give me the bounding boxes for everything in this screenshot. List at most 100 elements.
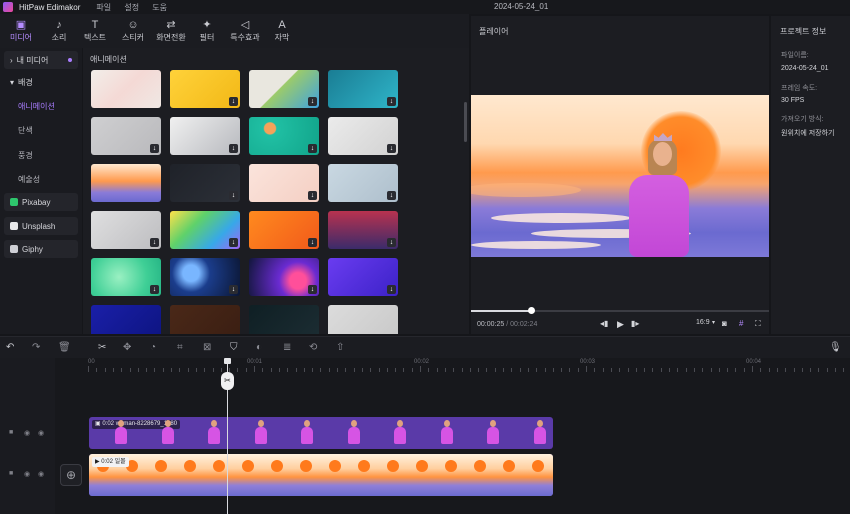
- audio-wave-icon[interactable]: ≣: [283, 342, 291, 353]
- video-clip-woman[interactable]: ▣ 0:02 woman-8228679_1280: [89, 417, 553, 449]
- play-icon[interactable]: ▶: [617, 319, 624, 330]
- download-icon[interactable]: ↓: [387, 285, 396, 294]
- microphone-icon[interactable]: 🎙: [829, 342, 842, 353]
- media-thumbnail[interactable]: [170, 305, 240, 334]
- sidebar-item-unsplash[interactable]: Unsplash: [4, 217, 78, 235]
- media-thumbnail[interactable]: [91, 164, 161, 202]
- undo-icon[interactable]: ↶: [6, 342, 14, 353]
- media-thumbnail[interactable]: ↓: [91, 211, 161, 249]
- download-icon[interactable]: ↓: [150, 144, 159, 153]
- download-icon[interactable]: ↓: [150, 285, 159, 294]
- split-at-playhead-icon[interactable]: ✂: [221, 372, 234, 390]
- sidebar-item-solid[interactable]: 단색: [18, 125, 33, 136]
- media-thumbnail[interactable]: ↓: [328, 164, 398, 202]
- sidebar-item-my-media[interactable]: › 내 미디어: [4, 51, 78, 69]
- media-thumbnail[interactable]: ↓: [91, 117, 161, 155]
- download-icon[interactable]: ↓: [229, 191, 238, 200]
- progress-handle[interactable]: [527, 307, 535, 314]
- media-thumbnail[interactable]: ↓: [170, 70, 240, 108]
- media-thumbnail[interactable]: ↓: [249, 211, 319, 249]
- playhead-handle[interactable]: [224, 358, 231, 364]
- download-icon[interactable]: ↓: [229, 144, 238, 153]
- download-icon[interactable]: ↓: [229, 238, 238, 247]
- media-thumbnail[interactable]: ↓: [249, 117, 319, 155]
- media-thumbnail[interactable]: ↓: [249, 70, 319, 108]
- grid-icon[interactable]: #: [739, 319, 743, 328]
- tab-transition[interactable]: ⇄ 화면전환: [154, 18, 188, 43]
- visibility-icon[interactable]: ◉: [24, 429, 30, 437]
- media-thumbnail[interactable]: ↓: [328, 70, 398, 108]
- sidebar-item-landscape[interactable]: 풍경: [18, 150, 33, 161]
- download-icon[interactable]: ↓: [308, 285, 317, 294]
- delete-icon[interactable]: 🗑: [58, 342, 71, 353]
- fullscreen-icon[interactable]: ⛶: [755, 319, 761, 329]
- lock-icon[interactable]: ■: [9, 429, 13, 436]
- media-thumbnail[interactable]: ↓: [249, 164, 319, 202]
- video-clip-sunset[interactable]: ▶ 0:02 일몰: [89, 454, 553, 496]
- download-icon[interactable]: ↓: [229, 97, 238, 106]
- tab-filter[interactable]: ✦ 필터: [190, 18, 224, 43]
- tab-effects[interactable]: ◁ 특수효과: [228, 18, 262, 43]
- download-icon[interactable]: ↓: [387, 238, 396, 247]
- mute-icon[interactable]: ◉: [38, 429, 44, 437]
- tab-text[interactable]: T 텍스트: [78, 18, 112, 43]
- sidebar-item-artistic[interactable]: 예술성: [18, 174, 40, 185]
- add-media-button[interactable]: ⊕: [60, 464, 82, 486]
- sidebar-item-pixabay[interactable]: Pixabay: [4, 193, 78, 211]
- crop-icon[interactable]: ⌗: [177, 342, 183, 353]
- media-thumbnail[interactable]: ↓: [170, 164, 240, 202]
- media-thumbnail[interactable]: ↓: [170, 211, 240, 249]
- sidebar-item-background[interactable]: ▾ 배경: [4, 73, 78, 91]
- download-icon[interactable]: ↓: [308, 238, 317, 247]
- media-thumbnail[interactable]: [249, 305, 319, 334]
- download-icon[interactable]: ↓: [308, 191, 317, 200]
- media-scrollbar[interactable]: [464, 102, 467, 142]
- prev-frame-icon[interactable]: ◂▮: [600, 319, 608, 328]
- tab-subtitle[interactable]: A 자막: [265, 18, 299, 43]
- playback-progress-bar[interactable]: [471, 307, 769, 314]
- move-icon[interactable]: ✥: [123, 342, 131, 353]
- visibility-icon[interactable]: ◉: [24, 470, 30, 478]
- export-clip-icon[interactable]: ⇧: [336, 342, 344, 353]
- download-icon[interactable]: ↓: [387, 144, 396, 153]
- media-thumbnail[interactable]: ↓: [170, 258, 240, 296]
- lock-icon[interactable]: ■: [9, 470, 13, 477]
- media-thumbnail[interactable]: [91, 305, 161, 334]
- download-icon[interactable]: ↓: [229, 285, 238, 294]
- mask-icon[interactable]: ◐: [256, 342, 262, 353]
- media-thumbnail[interactable]: ↓: [91, 258, 161, 296]
- download-icon[interactable]: ↓: [387, 97, 396, 106]
- download-icon[interactable]: ↓: [387, 191, 396, 200]
- media-thumbnail[interactable]: ↓: [328, 117, 398, 155]
- redo-icon[interactable]: ↷: [32, 342, 40, 353]
- split-icon[interactable]: ✂: [98, 342, 106, 353]
- freeze-icon[interactable]: ⊠: [203, 342, 211, 353]
- menu-settings[interactable]: 설정: [124, 3, 139, 12]
- menu-help[interactable]: 도움: [152, 3, 167, 12]
- media-thumbnail[interactable]: ↓: [328, 211, 398, 249]
- tab-audio[interactable]: ♪ 소리: [42, 18, 76, 43]
- download-icon[interactable]: ↓: [308, 144, 317, 153]
- menu-file[interactable]: 파일: [96, 3, 111, 12]
- media-thumbnail[interactable]: ↓: [170, 117, 240, 155]
- playhead[interactable]: ✂: [221, 358, 234, 514]
- download-icon[interactable]: ↓: [308, 97, 317, 106]
- download-icon[interactable]: ↓: [150, 238, 159, 247]
- tab-media[interactable]: ▣ 미디어: [4, 18, 38, 43]
- tab-sticker[interactable]: ☺ 스티커: [116, 18, 150, 43]
- chevron-down-icon[interactable]: ▾: [712, 319, 715, 326]
- video-preview[interactable]: [471, 95, 769, 257]
- next-frame-icon[interactable]: ▮▸: [631, 319, 639, 328]
- snapshot-icon[interactable]: ◙: [722, 319, 727, 328]
- aspect-ratio-select[interactable]: 16:9: [696, 319, 710, 326]
- speed-icon[interactable]: ◔: [150, 342, 156, 353]
- sidebar-item-animation[interactable]: 애니메이션: [18, 101, 55, 112]
- reverse-icon[interactable]: ⟲: [309, 342, 317, 353]
- marker-icon[interactable]: ⛉: [230, 342, 238, 353]
- media-thumbnail[interactable]: [91, 70, 161, 108]
- media-thumbnail[interactable]: [328, 305, 398, 334]
- timeline-ruler[interactable]: 00 00:01 00:02 00:03 00:04: [88, 358, 850, 372]
- media-thumbnail[interactable]: ↓: [328, 258, 398, 296]
- media-thumbnail[interactable]: ↓: [249, 258, 319, 296]
- sidebar-item-giphy[interactable]: Giphy: [4, 240, 78, 258]
